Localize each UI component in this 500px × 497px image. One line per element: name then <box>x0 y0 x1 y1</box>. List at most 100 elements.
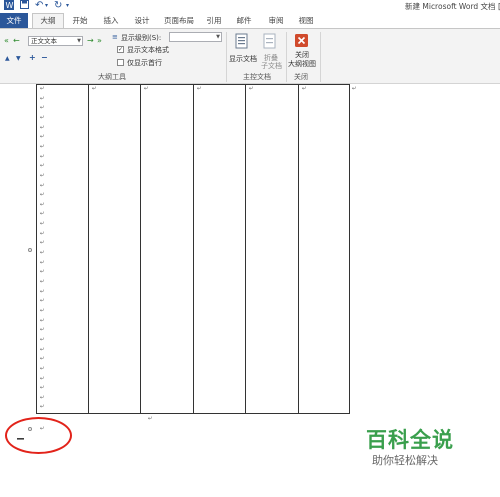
paragraph-mark: ↵ <box>40 201 45 208</box>
paragraph-mark: ↵ <box>40 240 45 247</box>
paragraph-mark: ↵ <box>40 259 45 266</box>
move-down-icon[interactable]: ▼ <box>16 54 21 63</box>
close-outline-view-label-line2: 大纲视图 <box>288 60 316 68</box>
paragraph-mark: ↵ <box>148 416 153 422</box>
redo-icon[interactable]: ↻ <box>54 0 62 12</box>
watermark-logo-text: 百科全说 <box>366 428 454 452</box>
group-separator <box>226 32 227 82</box>
tab-review[interactable]: 审阅 <box>262 14 290 28</box>
paragraph-mark: ↵ <box>40 163 45 170</box>
table-column-border <box>298 85 299 413</box>
paragraph-mark: ↵ <box>144 86 149 92</box>
word-app-icon[interactable]: W <box>4 0 14 12</box>
close-icon <box>295 34 308 47</box>
outline-level-select[interactable]: 正文文本 ▼ <box>28 36 83 46</box>
ribbon-tab-bar: 文件 大纲 开始 插入 设计 页面布局 引用 邮件 审阅 视图 <box>0 12 500 29</box>
paragraph-mark: ↵ <box>40 250 45 257</box>
paragraph-mark: ↵ <box>40 172 45 179</box>
tab-references[interactable]: 引用 <box>200 14 228 28</box>
paragraph-mark: ↵ <box>40 317 45 324</box>
tab-home[interactable]: 开始 <box>66 14 94 28</box>
paragraph-mark: ↵ <box>40 308 45 314</box>
move-up-icon[interactable]: ▲ <box>5 54 10 63</box>
close-group-label: 关闭 <box>294 73 308 81</box>
paragraph-mark: ↵ <box>40 365 45 372</box>
paragraph-mark: ↵ <box>40 105 45 112</box>
outline-tools-group-label: 大纲工具 <box>98 73 126 81</box>
collapse-icon[interactable]: − <box>41 53 48 62</box>
paragraph-mark: ↵ <box>40 346 45 353</box>
paragraph-mark: ↵ <box>40 86 45 92</box>
paragraph-mark: ↵ <box>40 230 45 237</box>
paragraph-mark: ↵ <box>40 279 45 285</box>
outline-bullet-icon[interactable] <box>28 248 32 252</box>
paragraph-mark: ↵ <box>40 404 45 411</box>
undo-icon[interactable]: ↶ <box>35 0 43 12</box>
show-document-button[interactable]: 显示文档 <box>229 32 257 70</box>
paragraph-mark: ↵ <box>40 134 45 141</box>
show-text-format-checkbox[interactable]: ✓ <box>117 46 124 53</box>
demote-to-body-icon[interactable]: » <box>97 36 102 45</box>
table-column-border <box>193 85 194 413</box>
first-line-only-checkbox[interactable] <box>117 59 124 66</box>
tab-mailings[interactable]: 邮件 <box>230 14 258 28</box>
close-outline-view-button[interactable]: 关闭 大纲视图 <box>287 32 317 70</box>
collapse-subdocuments-button[interactable]: 折叠 子文档 <box>259 32 283 70</box>
tab-file[interactable]: 文件 <box>0 13 28 28</box>
group-separator <box>320 32 321 82</box>
paragraph-mark: ↵ <box>40 394 45 401</box>
paragraph-mark: ↵ <box>40 288 45 295</box>
show-level-select[interactable]: ▼ <box>169 32 222 42</box>
paragraph-mark: ↵ <box>40 356 45 363</box>
tab-page-layout[interactable]: 页面布局 <box>160 14 198 28</box>
table-column-border <box>88 85 89 413</box>
promote-icon[interactable]: ← <box>13 36 20 45</box>
paragraph-mark: ↵ <box>40 269 45 276</box>
paragraph-mark: ↵ <box>40 211 45 218</box>
save-icon[interactable] <box>20 0 29 12</box>
show-level-icon: ≡ <box>112 33 118 41</box>
table-column-border <box>245 85 246 413</box>
paragraph-mark: ↵ <box>92 86 97 92</box>
paragraph-mark: ↵ <box>249 86 254 92</box>
watermark-slogan: 助你轻松解决 <box>372 454 438 467</box>
tab-outline[interactable]: 大纲 <box>32 13 64 29</box>
paragraph-mark: ↵ <box>40 115 45 121</box>
collapse-subdocuments-label-line2: 子文档 <box>261 62 282 70</box>
outline-level-value: 正文文本 <box>31 37 57 45</box>
show-document-label: 显示文档 <box>229 55 257 63</box>
show-text-format-label: 显示文本格式 <box>127 46 169 54</box>
paragraph-mark: ↵ <box>40 124 45 131</box>
paragraph-mark: ↵ <box>40 95 45 102</box>
show-document-icon <box>235 33 248 49</box>
table-column-border <box>140 85 141 413</box>
tab-view[interactable]: 视图 <box>292 14 320 28</box>
document-table[interactable] <box>36 84 350 414</box>
paragraph-mark: ↵ <box>40 153 45 160</box>
paragraph-mark: ↵ <box>40 182 45 189</box>
show-level-label: 显示级别(S): <box>121 34 162 42</box>
customize-quick-access-icon[interactable]: ▾ <box>66 0 69 12</box>
annotation-circle <box>5 417 72 454</box>
paragraph-mark: ↵ <box>302 86 307 92</box>
paragraph-mark: ↵ <box>40 192 45 199</box>
paragraph-mark: ↵ <box>40 143 45 150</box>
svg-text:W: W <box>6 1 14 10</box>
tab-insert[interactable]: 插入 <box>97 14 125 28</box>
paragraph-mark: ↵ <box>40 298 45 305</box>
title-bar: W ↶ ▾ ↻ ▾ 新建 Microsoft Word 文档 [ <box>0 0 500 12</box>
promote-to-heading1-icon[interactable]: « <box>4 36 9 45</box>
chevron-down-icon: ▼ <box>216 34 220 40</box>
paragraph-mark: ↵ <box>40 221 45 228</box>
paragraph-mark: ↵ <box>197 86 202 92</box>
paragraph-mark: ↵ <box>40 375 45 382</box>
paragraph-mark: ↵ <box>40 327 45 334</box>
paragraph-mark: ↵ <box>40 336 45 343</box>
tab-design[interactable]: 设计 <box>128 14 156 28</box>
demote-icon[interactable]: → <box>87 36 94 45</box>
ribbon-panel: « ← 正文文本 ▼ → » ▲ ▼ + − ≡ 显示级别(S): ▼ ✓ 显示… <box>0 28 500 84</box>
undo-dropdown-icon[interactable]: ▾ <box>45 0 48 12</box>
chevron-down-icon: ▼ <box>77 38 81 44</box>
paragraph-mark: ↵ <box>352 86 357 92</box>
expand-icon[interactable]: + <box>29 53 36 62</box>
